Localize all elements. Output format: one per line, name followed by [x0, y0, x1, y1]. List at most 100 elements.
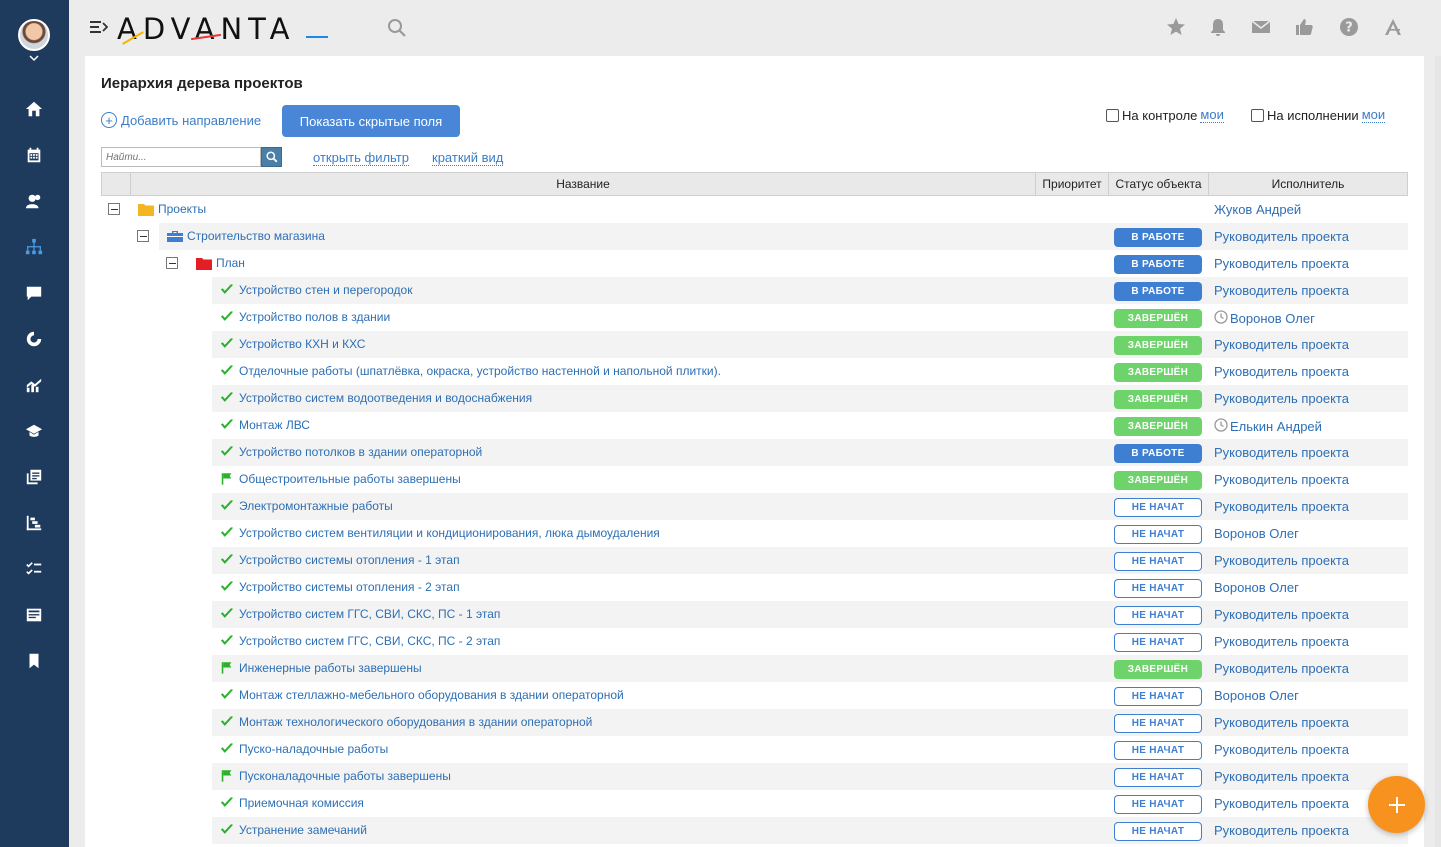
- calendar-icon[interactable]: [24, 145, 44, 165]
- news-icon[interactable]: [24, 605, 44, 625]
- row-name-link[interactable]: Общестроительные работы завершены: [239, 472, 461, 486]
- table-row[interactable]: Проекты Жуков Андрей: [101, 196, 1408, 223]
- row-name-link[interactable]: Устройство систем ГГС, СВИ, СКС, ПС - 2 …: [239, 634, 500, 648]
- table-row[interactable]: Устройство системы отопления - 2 этап НЕ …: [101, 574, 1408, 601]
- executor-link[interactable]: Руководитель проекта: [1214, 337, 1349, 352]
- education-icon[interactable]: [24, 421, 44, 441]
- pie-chart-icon[interactable]: [24, 329, 44, 349]
- row-name-link[interactable]: Пусконаладочные работы завершены: [239, 769, 451, 783]
- executor-link[interactable]: Руководитель проекта: [1214, 661, 1349, 676]
- table-row[interactable]: Общестроительные работы завершены ЗАВЕРШЁ…: [101, 466, 1408, 493]
- column-name-header[interactable]: Название: [131, 173, 1036, 195]
- executor-link[interactable]: Руководитель проекта: [1214, 742, 1349, 757]
- table-row[interactable]: Строительство магазина В РАБОТЕ Руководите…: [101, 223, 1408, 250]
- row-name-link[interactable]: Строительство магазина: [187, 229, 325, 243]
- row-name-link[interactable]: Монтаж ЛВС: [239, 418, 310, 432]
- executor-link[interactable]: Руководитель проекта: [1214, 364, 1349, 379]
- executor-link[interactable]: Руководитель проекта: [1214, 607, 1349, 622]
- table-row[interactable]: Монтаж стеллажно-мебельного оборудования…: [101, 682, 1408, 709]
- home-icon[interactable]: [24, 99, 44, 119]
- on-execution-checkbox[interactable]: [1251, 108, 1264, 122]
- row-name-link[interactable]: Устройство потолков в здании операторной: [239, 445, 482, 459]
- column-priority-header[interactable]: Приоритет: [1036, 173, 1109, 195]
- row-name-link[interactable]: Проекты: [158, 202, 206, 216]
- show-hidden-fields-button[interactable]: Показать скрытые поля: [282, 105, 460, 137]
- table-row[interactable]: Устройство систем водоотведения и водосн…: [101, 385, 1408, 412]
- search-button[interactable]: [261, 147, 282, 167]
- chat-icon[interactable]: [24, 283, 44, 303]
- on-control-mine-link[interactable]: мои: [1200, 107, 1224, 123]
- user-avatar[interactable]: [18, 19, 50, 51]
- checklist-icon[interactable]: [24, 559, 44, 579]
- executor-link[interactable]: Руководитель проекта: [1214, 391, 1349, 406]
- table-row[interactable]: Отделочные работы (шпатлёвка, окраска, у…: [101, 358, 1408, 385]
- executor-link[interactable]: Жуков Андрей: [1214, 202, 1301, 217]
- table-row[interactable]: Устройство систем ГГС, СВИ, СКС, ПС - 2 …: [101, 628, 1408, 655]
- executor-link[interactable]: Воронов Олег: [1214, 526, 1299, 541]
- executor-link[interactable]: Воронов Олег: [1214, 580, 1299, 595]
- bookmark-icon[interactable]: [24, 651, 44, 671]
- executor-link[interactable]: Руководитель проекта: [1214, 256, 1349, 271]
- table-row[interactable]: Инженерные работы завершены ЗАВЕРШЁН Руков…: [101, 655, 1408, 682]
- mail-icon[interactable]: [1250, 16, 1272, 38]
- table-row[interactable]: Устройство системы отопления - 1 этап НЕ …: [101, 547, 1408, 574]
- executor-link[interactable]: Руководитель проекта: [1214, 715, 1349, 730]
- contacts-icon[interactable]: [24, 191, 44, 211]
- on-control-checkbox[interactable]: [1106, 108, 1119, 122]
- row-name-link[interactable]: Устройство систем вентиляции и кондицион…: [239, 526, 660, 540]
- executor-link[interactable]: Руководитель проекта: [1214, 769, 1349, 784]
- row-name-link[interactable]: Устройство системы отопления - 1 этап: [239, 553, 460, 567]
- row-name-link[interactable]: Пуско-наладочные работы: [239, 742, 388, 756]
- row-name-link[interactable]: Инженерные работы завершены: [239, 661, 422, 675]
- notifications-bell-icon[interactable]: [1207, 16, 1229, 38]
- executor-link[interactable]: Елькин Андрей: [1214, 418, 1322, 435]
- executor-link[interactable]: Руководитель проекта: [1214, 553, 1349, 568]
- row-name-link[interactable]: Устройство систем ГГС, СВИ, СКС, ПС - 1 …: [239, 607, 500, 621]
- search-icon[interactable]: [387, 18, 407, 38]
- executor-link[interactable]: Руководитель проекта: [1214, 823, 1349, 838]
- gantt-icon[interactable]: [24, 513, 44, 533]
- row-name-link[interactable]: Устройство КХН и КХС: [239, 337, 365, 351]
- on-execution-mine-link[interactable]: мои: [1361, 107, 1386, 123]
- row-name-link[interactable]: Монтаж технологического оборудования в з…: [239, 715, 592, 729]
- row-name-link[interactable]: Приемочная комиссия: [239, 796, 364, 810]
- collapse-toggle[interactable]: [108, 203, 120, 215]
- executor-link[interactable]: Руководитель проекта: [1214, 283, 1349, 298]
- table-row[interactable]: Пусконаладочные работы завершены НЕ НАЧАТ…: [101, 763, 1408, 790]
- row-name-link[interactable]: Устройство стен и перегородок: [239, 283, 412, 297]
- executor-link[interactable]: Воронов Олег: [1214, 310, 1315, 327]
- favorites-star-icon[interactable]: [1165, 16, 1187, 38]
- row-name-link[interactable]: Отделочные работы (шпатлёвка, окраска, у…: [239, 364, 721, 378]
- table-row[interactable]: Устройство стен и перегородок В РАБОТЕ Рук…: [101, 277, 1408, 304]
- table-row[interactable]: Монтаж технологического оборудования в з…: [101, 709, 1408, 736]
- collapse-toggle[interactable]: [137, 230, 149, 242]
- row-name-link[interactable]: План: [216, 256, 245, 270]
- row-name-link[interactable]: Устройство системы отопления - 2 этап: [239, 580, 460, 594]
- executor-link[interactable]: Руководитель проекта: [1214, 499, 1349, 514]
- executor-link[interactable]: Руководитель проекта: [1214, 796, 1349, 811]
- collapse-toggle[interactable]: [166, 257, 178, 269]
- page-scrollbar[interactable]: [1435, 56, 1441, 847]
- menu-toggle-icon[interactable]: [90, 19, 108, 35]
- table-row[interactable]: Устройство полов в здании ЗАВЕРШЁН Воронов…: [101, 304, 1408, 331]
- open-filter-link[interactable]: открыть фильтр: [313, 150, 409, 166]
- row-name-link[interactable]: Устранение замечаний: [239, 823, 367, 837]
- add-direction-link[interactable]: + Добавить направление: [101, 112, 261, 128]
- table-row[interactable]: Монтаж ЛВС ЗАВЕРШЁН Елькин Андрей: [101, 412, 1408, 439]
- executor-link[interactable]: Руководитель проекта: [1214, 229, 1349, 244]
- advanta-app-icon[interactable]: [1382, 16, 1404, 38]
- documents-icon[interactable]: [24, 467, 44, 487]
- hierarchy-icon[interactable]: [24, 237, 44, 257]
- column-executor-header[interactable]: Исполнитель: [1209, 173, 1407, 195]
- executor-link[interactable]: Воронов Олег: [1214, 688, 1299, 703]
- create-fab-button[interactable]: [1368, 776, 1425, 833]
- analytics-icon[interactable]: [24, 375, 44, 395]
- row-name-link[interactable]: Монтаж стеллажно-мебельного оборудования…: [239, 688, 624, 702]
- table-row[interactable]: Устройство КХН и КХС ЗАВЕРШЁН Руководитель…: [101, 331, 1408, 358]
- table-row[interactable]: Устранение замечаний НЕ НАЧАТ Руководитель…: [101, 817, 1408, 844]
- chevron-down-icon[interactable]: [29, 54, 39, 62]
- executor-link[interactable]: Руководитель проекта: [1214, 472, 1349, 487]
- app-logo[interactable]: ADVANTA: [117, 12, 295, 46]
- table-row[interactable]: Устройство систем вентиляции и кондицион…: [101, 520, 1408, 547]
- table-row[interactable]: План В РАБОТЕ Руководитель проекта: [101, 250, 1408, 277]
